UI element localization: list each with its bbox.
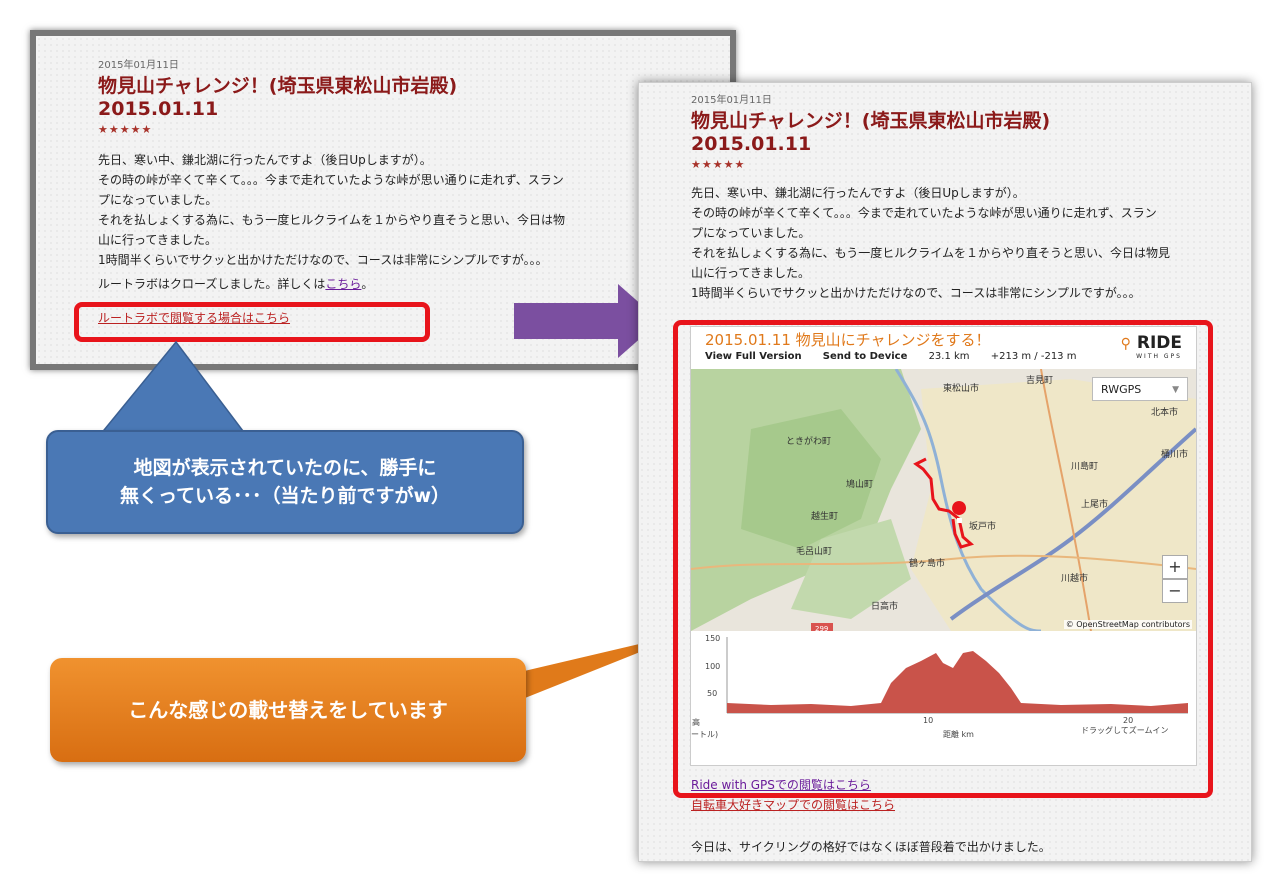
callout-orange: こんな感じの載せ替えをしています: [50, 658, 526, 762]
paragraph-line: その時の峠が辛くて辛くて。。。今まで走れていたような峠が思い通りに走れず、スラン: [691, 206, 1157, 220]
paragraph-line: 1時間半くらいでサクッと出かけただけなので、コースは非常にシンプルですが。。。: [691, 286, 1141, 300]
post-title: 物見山チャレンジ！(埼玉県東松山市岩殿) 2015.01.11: [691, 110, 1211, 156]
post-date: 2015年01月11日: [691, 95, 772, 106]
paragraph-line: それを払しょくする為に、もう一度ヒルクライムを１からやり直そうと思い、今日は物見: [691, 246, 1171, 260]
callout-blue-line1: 地図が表示されていたのに、勝手に: [133, 457, 437, 479]
blue-callout-pointer: [98, 340, 248, 436]
paragraph-line: 山に行ってきました。: [691, 266, 811, 280]
callout-blue-line2: 無くっている･･･（当たり前ですがw）: [119, 485, 451, 507]
paragraph-line: 先日、寒い中、鎌北湖に行ったんですよ（後日Upしますが）。: [691, 186, 1025, 200]
bike-map-link[interactable]: 自転車大好きマップでの閲覧はこちら: [691, 795, 895, 815]
callout-blue: 地図が表示されていたのに、勝手に 無くっている･･･（当たり前ですがw）: [46, 430, 524, 534]
post-title-line1: 物見山チャレンジ！(埼玉県東松山市岩殿): [691, 110, 1051, 132]
paragraph-line: プになっていました。: [691, 226, 811, 240]
rating-stars: ★★★★★: [691, 158, 746, 171]
callout-orange-text: こんな感じの載せ替えをしています: [128, 698, 448, 722]
post-body: 先日、寒い中、鎌北湖に行ったんですよ（後日Upしますが）。 その時の峠が辛くて辛…: [691, 183, 1211, 303]
post-title-line2: 2015.01.11: [691, 133, 812, 155]
footer-text: 今日は、サイクリングの格好ではなくほぼ普段着で出かけました。: [691, 840, 1051, 854]
highlight-box-after: [673, 320, 1213, 798]
